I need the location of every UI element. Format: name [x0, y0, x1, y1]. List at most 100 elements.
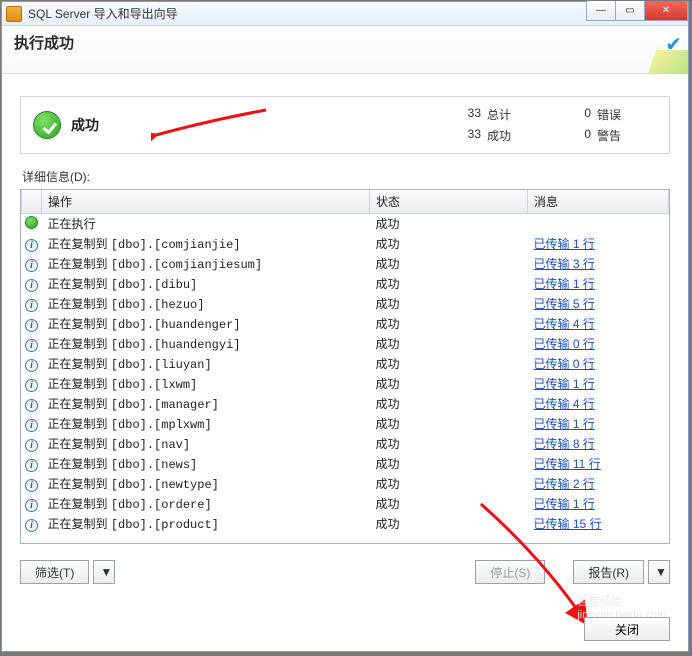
message-link[interactable]: 已传输 4 行	[534, 397, 595, 411]
table-row[interactable]: i正在复制到 [dbo].[mplxwm]成功已传输 1 行	[22, 414, 669, 434]
msg-cell	[528, 214, 669, 235]
minimize-button[interactable]: —	[586, 1, 616, 21]
message-link[interactable]: 已传输 0 行	[534, 337, 595, 351]
col-status[interactable]: 状态	[370, 190, 528, 214]
success-icon	[25, 216, 38, 229]
total-value: 33	[437, 106, 487, 123]
op-cell: 正在复制到 [dbo].[huandenger]	[42, 314, 370, 334]
warn-value: 0	[547, 127, 597, 144]
msg-cell: 已传输 1 行	[528, 374, 669, 394]
success-label: 成功	[71, 115, 99, 135]
error-value: 0	[547, 106, 597, 123]
msg-cell: 已传输 0 行	[528, 354, 669, 374]
info-icon: i	[25, 299, 38, 312]
op-cell: 正在复制到 [dbo].[nav]	[42, 434, 370, 454]
status-cell: 成功	[370, 334, 528, 354]
info-icon: i	[25, 339, 38, 352]
op-cell: 正在复制到 [dbo].[dibu]	[42, 274, 370, 294]
maximize-button[interactable]: ▭	[615, 1, 645, 21]
info-icon: i	[25, 419, 38, 432]
table-row[interactable]: 正在执行成功	[22, 214, 669, 235]
info-icon: i	[25, 499, 38, 512]
message-link[interactable]: 已传输 1 行	[534, 417, 595, 431]
op-cell: 正在复制到 [dbo].[product]	[42, 514, 370, 534]
action-row: 筛选(T) ▼ 停止(S) 报告(R) ▼	[20, 560, 670, 584]
status-cell: 成功	[370, 494, 528, 514]
op-cell: 正在复制到 [dbo].[manager]	[42, 394, 370, 414]
status-cell: 成功	[370, 254, 528, 274]
op-cell: 正在复制到 [dbo].[liuyan]	[42, 354, 370, 374]
info-icon: i	[25, 479, 38, 492]
msg-cell: 已传输 1 行	[528, 234, 669, 254]
table-row[interactable]: i 正在复制到 [dbo].[dibu]成功已传输 1 行	[22, 274, 669, 294]
op-cell: 正在复制到 [dbo].[hezuo]	[42, 294, 370, 314]
warn-label: 警告	[597, 127, 657, 144]
window-close-button[interactable]: ✕	[644, 1, 688, 21]
table-row[interactable]: i正在复制到 [dbo].[comjianjiesum]成功已传输 3 行	[22, 254, 669, 274]
ribbon-decoration	[648, 50, 688, 74]
table-row[interactable]: i正在复制到 [dbo].[comjianjie]成功已传输 1 行	[22, 234, 669, 254]
message-link[interactable]: 已传输 11 行	[534, 457, 601, 471]
col-icon[interactable]	[22, 190, 42, 214]
details-table-wrap[interactable]: 操作 状态 消息 正在执行成功i正在复制到 [dbo].[comjianjie]…	[20, 189, 670, 544]
msg-cell: 已传输 2 行	[528, 474, 669, 494]
message-link[interactable]: 已传输 1 行	[534, 497, 595, 511]
info-icon: i	[25, 239, 38, 252]
status-cell: 成功	[370, 514, 528, 534]
table-row[interactable]: i 正在复制到 [dbo].[product]成功已传输 15 行	[22, 514, 669, 534]
message-link[interactable]: 已传输 1 行	[534, 277, 595, 291]
filter-dropdown-button[interactable]: ▼	[93, 560, 115, 584]
message-link[interactable]: 已传输 4 行	[534, 317, 595, 331]
details-table: 操作 状态 消息 正在执行成功i正在复制到 [dbo].[comjianjie]…	[21, 190, 669, 534]
op-cell: 正在复制到 [dbo].[newtype]	[42, 474, 370, 494]
op-cell: 正在复制到 [dbo].[huandengyi]	[42, 334, 370, 354]
message-link[interactable]: 已传输 3 行	[534, 257, 595, 271]
status-cell: 成功	[370, 294, 528, 314]
status-cell: 成功	[370, 394, 528, 414]
filter-button[interactable]: 筛选(T)	[20, 560, 89, 584]
status-cell: 成功	[370, 354, 528, 374]
success-value: 33	[437, 127, 487, 144]
table-row[interactable]: i 正在复制到 [dbo].[hezuo]成功已传输 5 行	[22, 294, 669, 314]
app-icon	[6, 6, 22, 22]
message-link[interactable]: 已传输 5 行	[534, 297, 595, 311]
summary-panel: 成功 33 总计 0 错误 33 成功 0 警告	[20, 96, 670, 154]
status-cell: 成功	[370, 274, 528, 294]
table-row[interactable]: i正在复制到 [dbo].[news]成功已传输 11 行	[22, 454, 669, 474]
info-icon: i	[25, 379, 38, 392]
message-link[interactable]: 已传输 1 行	[534, 237, 595, 251]
message-link[interactable]: 已传输 2 行	[534, 477, 595, 491]
status-cell: 成功	[370, 314, 528, 334]
table-row[interactable]: i正在复制到 [dbo].[lxwm]成功已传输 1 行	[22, 374, 669, 394]
msg-cell: 已传输 5 行	[528, 294, 669, 314]
message-link[interactable]: 已传输 8 行	[534, 437, 595, 451]
op-cell: 正在复制到 [dbo].[news]	[42, 454, 370, 474]
msg-cell: 已传输 15 行	[528, 514, 669, 534]
col-operation[interactable]: 操作	[42, 190, 370, 214]
msg-cell: 已传输 1 行	[528, 494, 669, 514]
msg-cell: 已传输 4 行	[528, 314, 669, 334]
close-button[interactable]: 关闭	[584, 617, 670, 641]
message-link[interactable]: 已传输 0 行	[534, 357, 595, 371]
info-icon: i	[25, 319, 38, 332]
message-link[interactable]: 已传输 1 行	[534, 377, 595, 391]
table-row[interactable]: i 正在复制到 [dbo].[huandengyi]成功已传输 0 行	[22, 334, 669, 354]
table-row[interactable]: i正在复制到 [dbo].[newtype]成功已传输 2 行	[22, 474, 669, 494]
info-icon: i	[25, 279, 38, 292]
status-cell: 成功	[370, 234, 528, 254]
titlebar: SQL Server 导入和导出向导 — ▭ ✕	[2, 2, 688, 26]
report-button[interactable]: 报告(R)	[573, 560, 644, 584]
message-link[interactable]: 已传输 15 行	[534, 517, 602, 531]
op-cell: 正在复制到 [dbo].[lxwm]	[42, 374, 370, 394]
info-icon: i	[25, 359, 38, 372]
table-row[interactable]: i正在复制到 [dbo].[nav]成功已传输 8 行	[22, 434, 669, 454]
col-message[interactable]: 消息	[528, 190, 669, 214]
info-icon: i	[25, 459, 38, 472]
table-row[interactable]: i 正在复制到 [dbo].[liuyan]成功已传输 0 行	[22, 354, 669, 374]
report-dropdown-button[interactable]: ▼	[648, 560, 670, 584]
page-header: 执行成功 ✔	[2, 26, 688, 74]
table-row[interactable]: i正在复制到 [dbo].[ordere]成功已传输 1 行	[22, 494, 669, 514]
table-row[interactable]: i 正在复制到 [dbo].[huandenger]成功已传输 4 行	[22, 314, 669, 334]
table-row[interactable]: i正在复制到 [dbo].[manager]成功已传输 4 行	[22, 394, 669, 414]
info-icon: i	[25, 519, 38, 532]
